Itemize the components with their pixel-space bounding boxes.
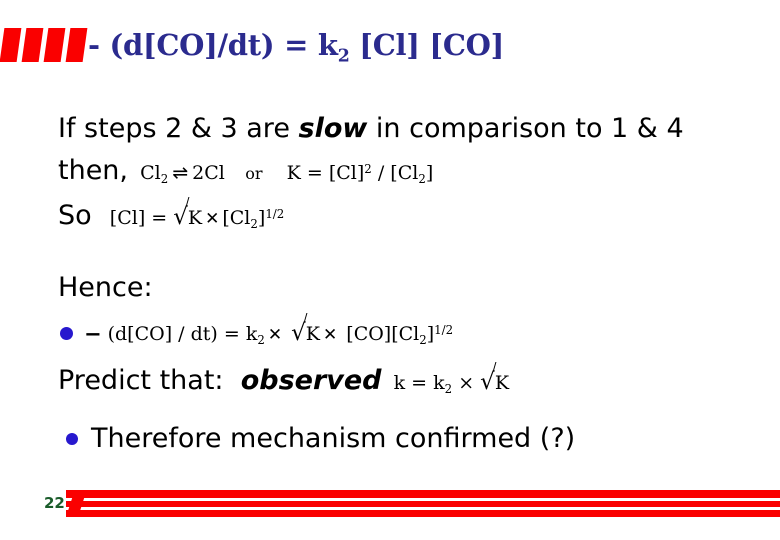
then-equilibrium-line: then, Cl2 ⇌ 2Cl or K = [Cl]2 / [Cl2] bbox=[58, 150, 768, 198]
radical-glyph: √ bbox=[173, 204, 188, 230]
predict-tail-lead: k = k bbox=[393, 372, 445, 394]
so-radicand: K bbox=[187, 207, 203, 229]
square-root-icon-2: √ bbox=[291, 313, 308, 346]
rate-law-bullet-line: − (d[CO] / dt) = k2 ✕ √K ✕ [CO][Cl2]1/2 bbox=[60, 313, 454, 348]
slide-body: If steps 2 & 3 are slow in comparison to… bbox=[0, 0, 780, 540]
multiply-icon-2: ✕ bbox=[322, 325, 338, 345]
equilibrium-constant-expression: K = [Cl]2 / [Cl2] bbox=[262, 161, 434, 186]
so-lhs: [Cl] = bbox=[109, 207, 168, 229]
predict-line: Predict that: observed k = k2 × √K bbox=[58, 362, 510, 397]
multiply-icon: ✕ bbox=[205, 209, 220, 229]
square-root-icon-3: √ bbox=[480, 362, 497, 395]
rate-radicand: K bbox=[305, 323, 320, 345]
species-2cl-right: 2Cl bbox=[192, 161, 225, 184]
therefore-bullet-line: Therefore mechanism confirmed (?) bbox=[66, 423, 575, 454]
predict-radicand: K bbox=[494, 372, 510, 394]
equilibrium-expression: Cl2 ⇌ 2Cl bbox=[128, 161, 225, 186]
steps-text-part1: If steps 2 & 3 are bbox=[58, 113, 299, 144]
steps-emphasis-slow: slow bbox=[298, 113, 368, 144]
so-rhs-lead: [Cl bbox=[222, 207, 251, 229]
predict-label: Predict that: bbox=[58, 365, 224, 396]
rate-law-expression: (d[CO] / dt) = k2 ✕ √K ✕ [CO][Cl2]1/2 bbox=[107, 313, 454, 348]
hence-label: Hence: bbox=[58, 272, 153, 303]
then-label: then, bbox=[58, 154, 129, 186]
rate-species-subscript: 2 bbox=[419, 333, 427, 348]
square-root-icon: √ bbox=[173, 197, 190, 230]
predict-k-subscript: 2 bbox=[444, 382, 453, 397]
k-expr-lead: K = [Cl] bbox=[286, 161, 365, 184]
rate-k-subscript: 2 bbox=[257, 333, 265, 348]
rate-species-superscript: 1/2 bbox=[434, 323, 454, 338]
page-number: 22 bbox=[44, 494, 65, 512]
footer-bar-2 bbox=[66, 501, 780, 507]
radical-glyph-2: √ bbox=[291, 320, 306, 346]
footer-bar-3 bbox=[66, 510, 780, 517]
multiply-icon-1: ✕ bbox=[267, 325, 283, 345]
so-concentration-line: So [Cl] = √K ✕ [Cl2]1/2 bbox=[58, 197, 285, 232]
observed-rate-constant-expression: k = k2 × √K bbox=[382, 362, 510, 397]
k-expr-subscript: 2 bbox=[418, 171, 426, 186]
species-cl2-left: Cl bbox=[140, 161, 161, 184]
footer-bar-1 bbox=[66, 490, 780, 498]
therefore-text: Therefore mechanism confirmed (?) bbox=[91, 423, 576, 454]
so-label: So bbox=[58, 200, 92, 231]
so-rhs-subscript: 2 bbox=[250, 217, 258, 232]
footer-accent-bars bbox=[66, 490, 780, 520]
radical-glyph-3: √ bbox=[480, 369, 495, 395]
k-expr-end: ] bbox=[425, 161, 434, 184]
slide-footer: 22 bbox=[0, 480, 780, 540]
then-connector-or: or bbox=[225, 163, 263, 183]
equilibrium-arrow-icon: ⇌ bbox=[172, 161, 189, 184]
k-expr-superscript: 2 bbox=[364, 162, 372, 176]
minus-sign: − bbox=[84, 321, 102, 346]
rate-expr-lead: (d[CO] / dt) = k bbox=[107, 323, 258, 345]
so-rhs-superscript: 1/2 bbox=[265, 207, 285, 222]
k-expr-mid: / [Cl bbox=[371, 161, 419, 184]
steps-statement-line: If steps 2 & 3 are slow in comparison to… bbox=[58, 110, 768, 148]
predict-emphasis-observed: observed bbox=[240, 365, 382, 396]
bullet-icon-2 bbox=[66, 432, 78, 445]
rate-species-lead: [CO][Cl bbox=[346, 323, 420, 345]
bullet-icon bbox=[60, 327, 73, 341]
slide-canvas: - (d[CO]/dt) = k2 [Cl] [CO] If steps 2 &… bbox=[0, 0, 780, 540]
predict-multiply-icon: × bbox=[458, 372, 475, 394]
or-label: or bbox=[245, 163, 263, 183]
steps-text-part2: in comparison to 1 & 4 bbox=[367, 113, 684, 144]
cl-concentration-expression: [Cl] = √K ✕ [Cl2]1/2 bbox=[92, 197, 285, 232]
